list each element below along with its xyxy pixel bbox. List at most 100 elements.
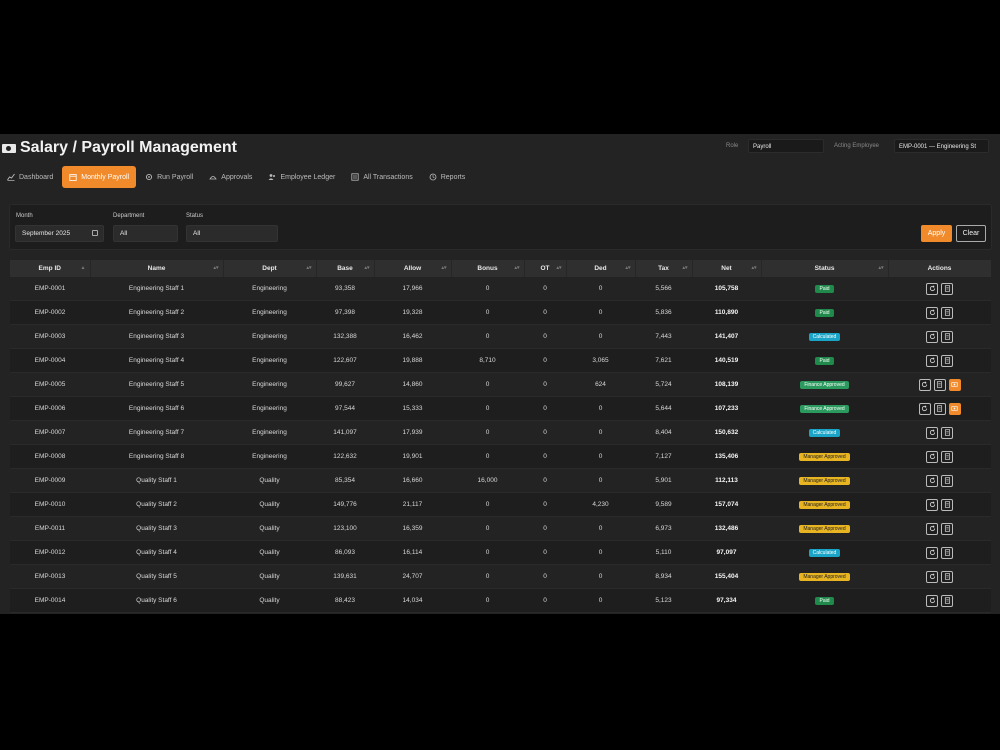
cell-bonus: 0 <box>451 277 524 301</box>
table-row[interactable]: EMP-0004 Engineering Staff 4 Engineering 12… <box>10 348 991 373</box>
pay-icon[interactable] <box>948 378 961 391</box>
table-row[interactable]: EMP-0003 Engineering Staff 3 Engineering 13… <box>10 324 991 349</box>
table-row[interactable]: EMP-0002 Engineering Staff 2 Engineering 97… <box>10 300 991 325</box>
sort-icon[interactable]: ▴▾ <box>625 265 630 271</box>
recalculate-icon[interactable] <box>926 306 938 319</box>
cell-dept: Quality <box>223 588 316 613</box>
calendar-icon[interactable] <box>92 230 98 236</box>
role-label: Role <box>726 143 739 149</box>
cell-bonus: 0 <box>451 420 524 445</box>
tab-dashboard[interactable]: Dashboard <box>0 166 60 188</box>
column-header[interactable]: OT ▴▾ <box>524 260 567 277</box>
column-header[interactable]: Actions <box>888 260 991 277</box>
recalculate-icon[interactable] <box>926 570 938 583</box>
sort-icon[interactable]: ▴▾ <box>306 265 311 271</box>
sort-icon[interactable]: ▴▾ <box>441 265 446 271</box>
pay-icon[interactable] <box>948 402 961 415</box>
column-header[interactable]: Bonus ▴▾ <box>451 260 525 277</box>
payslip-icon[interactable] <box>941 330 953 343</box>
column-header[interactable]: Base ▴▾ <box>316 260 375 277</box>
tab-all-transactions[interactable]: All Transactions <box>344 166 419 188</box>
table-row[interactable]: EMP-0010 Quality Staff 2 Quality 149,776 21,… <box>10 492 991 517</box>
payroll-table-container[interactable]: Emp ID ▲ Name ▴▾ Dept ▴▾ Base ▴▾ Allow ▴▾ Bonus ▴▾ O… <box>10 260 991 614</box>
recalculate-icon[interactable] <box>926 282 938 295</box>
cell-dept: Quality <box>223 492 316 517</box>
sort-icon[interactable]: ▴▾ <box>514 265 519 271</box>
cell-allow: 16,660 <box>374 468 451 493</box>
column-header-label: Net <box>721 265 732 272</box>
cell-dept: Quality <box>223 564 316 589</box>
recalculate-icon[interactable] <box>918 402 931 415</box>
tab-reports[interactable]: Reports <box>422 166 473 188</box>
table-row[interactable]: EMP-0001 Engineering Staff 1 Engineering 93… <box>10 277 991 301</box>
table-row[interactable]: EMP-0009 Quality Staff 1 Quality 85,354 16,6… <box>10 468 991 493</box>
sort-icon[interactable]: ▴▾ <box>364 265 369 271</box>
apply-button[interactable]: Apply <box>921 225 952 242</box>
recalculate-icon[interactable] <box>926 330 938 343</box>
payslip-icon[interactable] <box>933 402 946 415</box>
payslip-icon[interactable] <box>941 546 953 559</box>
tab-monthly-payroll[interactable]: Monthly Payroll <box>62 166 137 188</box>
role-select[interactable]: Payroll <box>748 139 824 153</box>
cell-tax: 5,836 <box>635 300 692 325</box>
table-row[interactable]: EMP-0005 Engineering Staff 5 Engineering 99… <box>10 372 991 397</box>
column-header[interactable]: Name ▴▾ <box>90 260 224 277</box>
column-header[interactable]: Allow ▴▾ <box>374 260 452 277</box>
table-row[interactable]: EMP-0012 Quality Staff 4 Quality 86,093 16,1… <box>10 540 991 565</box>
recalculate-icon[interactable] <box>926 450 938 463</box>
tab-employee-ledger[interactable]: Employee Ledger <box>261 166 342 188</box>
row-actions <box>888 306 991 319</box>
sort-icon[interactable]: ▴▾ <box>878 265 883 271</box>
recalculate-icon[interactable] <box>926 354 938 367</box>
column-header[interactable]: Ded ▴▾ <box>566 260 636 277</box>
recalculate-icon[interactable] <box>926 498 938 511</box>
sort-icon[interactable]: ▴▾ <box>751 265 756 271</box>
column-header[interactable]: Dept ▴▾ <box>223 260 317 277</box>
status-badge: Manager Approved <box>799 572 850 581</box>
cell-id: EMP-0002 <box>10 300 90 325</box>
payslip-icon[interactable] <box>941 282 953 295</box>
payslip-icon[interactable] <box>941 354 953 367</box>
payslip-icon[interactable] <box>933 378 946 391</box>
recalculate-icon[interactable] <box>918 378 931 391</box>
column-header[interactable]: Net ▴▾ <box>692 260 762 277</box>
status-select[interactable]: All <box>186 225 278 242</box>
recalculate-icon[interactable] <box>926 426 938 439</box>
table-row[interactable]: EMP-0006 Engineering Staff 6 Engineering 97… <box>10 396 991 421</box>
column-header[interactable]: Emp ID ▲ <box>10 260 91 277</box>
cell-ot: 0 <box>524 492 566 517</box>
sort-icon[interactable]: ▴▾ <box>556 265 561 271</box>
clear-button[interactable]: Clear <box>956 225 986 242</box>
recalculate-icon[interactable] <box>926 522 938 535</box>
payslip-icon[interactable] <box>941 498 953 511</box>
payslip-icon[interactable] <box>941 474 953 487</box>
table-row[interactable]: EMP-0008 Engineering Staff 8 Engineering 12… <box>10 444 991 469</box>
sort-icon[interactable]: ▴▾ <box>213 265 218 271</box>
payslip-icon[interactable] <box>941 306 953 319</box>
recalculate-icon[interactable] <box>926 474 938 487</box>
department-select[interactable]: All <box>113 225 178 242</box>
table-row[interactable]: EMP-0015Quality Staff 7Quality126,98819,… <box>10 612 991 614</box>
cell-status: Paid <box>761 348 888 373</box>
payslip-icon[interactable] <box>941 570 953 583</box>
payslip-icon[interactable] <box>941 594 953 607</box>
column-header[interactable]: Status ▴▾ <box>761 260 889 277</box>
payslip-icon[interactable] <box>941 522 953 535</box>
tab-approvals[interactable]: Approvals <box>202 166 259 188</box>
sort-asc-icon[interactable]: ▲ <box>81 265 86 271</box>
cell-allow: 17,939 <box>374 420 451 445</box>
recalculate-icon[interactable] <box>926 594 938 607</box>
status-badge: Paid <box>815 356 834 365</box>
table-row[interactable]: EMP-0007 Engineering Staff 7 Engineering 14… <box>10 420 991 445</box>
table-row[interactable]: EMP-0014 Quality Staff 6 Quality 88,423 14,0… <box>10 588 991 613</box>
payslip-icon[interactable] <box>941 426 953 439</box>
tab-run-payroll[interactable]: Run Payroll <box>138 166 200 188</box>
sort-icon[interactable]: ▴▾ <box>682 265 687 271</box>
recalculate-icon[interactable] <box>926 546 938 559</box>
table-row[interactable]: EMP-0013 Quality Staff 5 Quality 139,631 24,… <box>10 564 991 589</box>
table-row[interactable]: EMP-0011 Quality Staff 3 Quality 123,100 16,… <box>10 516 991 541</box>
month-input[interactable]: September 2025 <box>15 225 104 242</box>
payslip-icon[interactable] <box>941 450 953 463</box>
column-header[interactable]: Tax ▴▾ <box>635 260 693 277</box>
acting-employee-select[interactable]: EMP-0001 — Engineering St <box>894 139 989 153</box>
